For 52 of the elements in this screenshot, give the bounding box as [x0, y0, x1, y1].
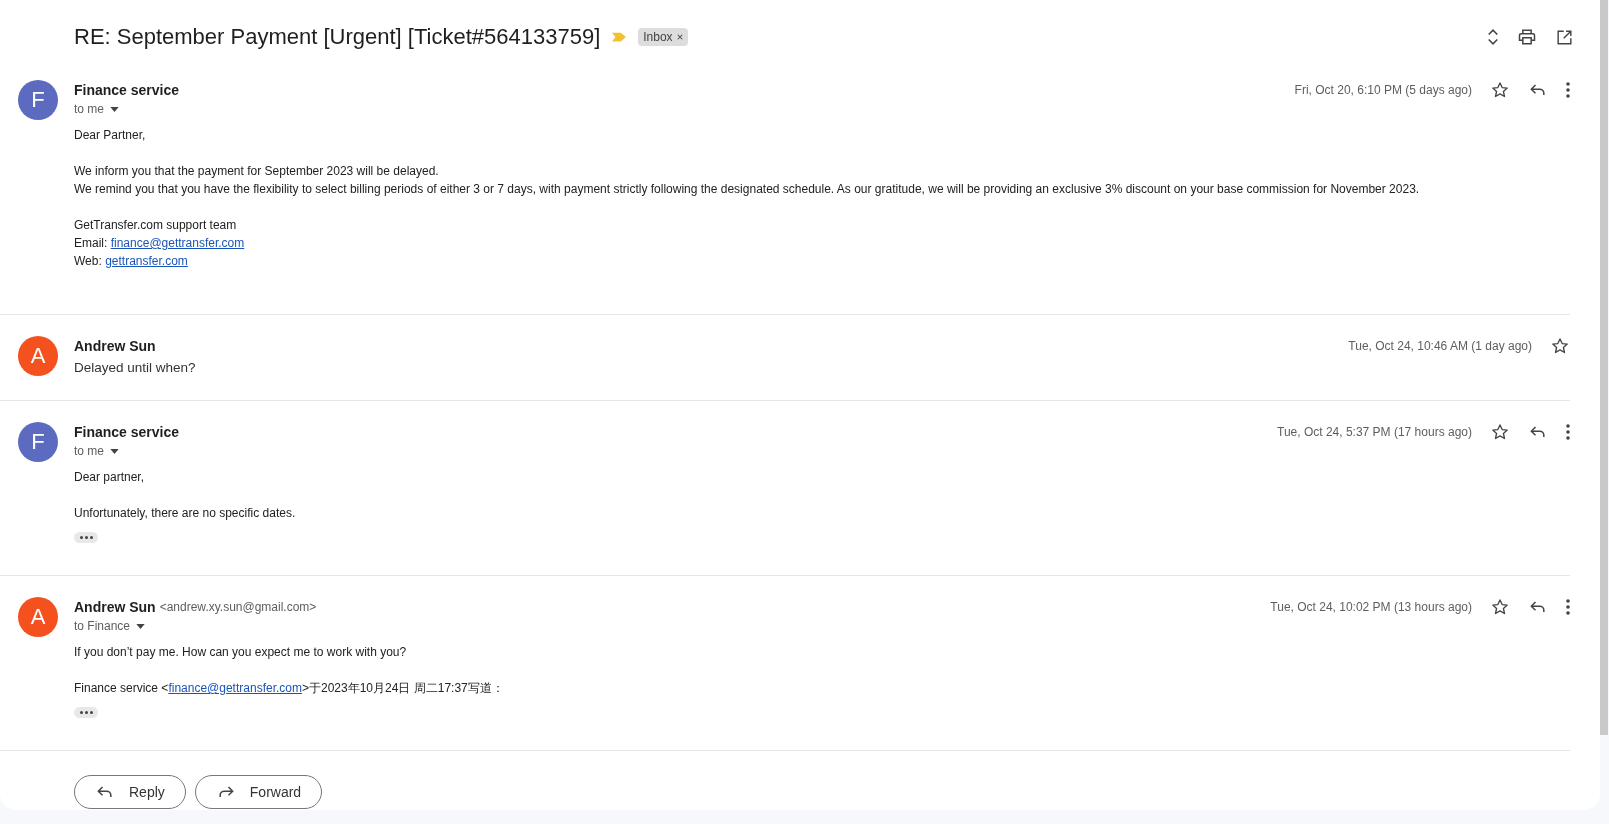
body-text: If you don’t pay me. How can you expect me to work with you?	[74, 644, 407, 661]
message-date: Fri, Oct 20, 6:10 PM (5 days ago)	[1294, 83, 1472, 97]
body-text: We remind you that you have the flexibility to select billing periods of either 3 or 7 days, with payment strictly following the designated schedule. As our gratitude, we will be providing an exclusive 3% discount on your base commission for November 2023.	[74, 181, 1420, 198]
more-icon[interactable]	[1566, 599, 1570, 615]
recipient-dropdown[interactable]: to Finance	[74, 617, 146, 635]
message-date: Tue, Oct 24, 10:02 PM (13 hours ago)	[1270, 600, 1472, 614]
body-text: Dear partner,	[74, 469, 145, 486]
body-text: Dear Partner,	[74, 127, 146, 144]
body-text: GetTransfer.com support team	[74, 217, 237, 234]
avatar: A	[18, 336, 58, 376]
message-date: Tue, Oct 24, 5:37 PM (17 hours ago)	[1277, 425, 1472, 439]
sender-name: Andrew Sun	[74, 338, 156, 354]
message-date: Tue, Oct 24, 10:46 AM (1 day ago)	[1348, 339, 1532, 353]
message-snippet: Delayed until when?	[74, 360, 196, 375]
email-subject: RE: September Payment [Urgent] [Ticket#564133759]	[74, 24, 601, 50]
email-link[interactable]: gettransfer.com	[105, 254, 188, 268]
recipient-dropdown[interactable]: to me	[74, 100, 119, 118]
avatar: F	[18, 80, 58, 120]
body-text: Finance service <finance@gettransfer.com>于2023年10月24日 周二17:37写道：	[74, 680, 504, 697]
email-link[interactable]: finance@gettransfer.com	[110, 236, 245, 250]
expand-collapse-icon[interactable]	[1487, 27, 1499, 47]
show-trimmed-button[interactable]	[74, 707, 98, 718]
email-link[interactable]: finance@gettransfer.com	[168, 681, 302, 695]
star-icon[interactable]	[1550, 336, 1570, 356]
star-icon[interactable]	[1490, 80, 1510, 100]
recipient-dropdown[interactable]: to me	[74, 442, 119, 460]
sender-name: Andrew Sun	[74, 599, 156, 615]
inbox-label[interactable]: Inbox	[638, 28, 688, 46]
dropdown-arrow-icon[interactable]	[110, 448, 119, 454]
body-text: Web: gettransfer.com	[74, 253, 188, 270]
avatar: F	[18, 422, 58, 462]
sender-name: Finance service	[74, 424, 180, 440]
scrollbar[interactable]	[1600, 0, 1608, 735]
open-new-window-icon[interactable]	[1555, 27, 1574, 47]
sender-address: <andrew.xy.sun@gmail.com>	[159, 600, 317, 614]
star-icon[interactable]	[1490, 422, 1510, 442]
avatar: A	[18, 597, 58, 637]
dropdown-arrow-icon[interactable]	[136, 623, 146, 629]
importance-marker-icon[interactable]	[612, 32, 627, 42]
reply-button[interactable]: Reply	[74, 775, 186, 809]
star-icon[interactable]	[1490, 597, 1510, 617]
body-text: We inform you that the payment for September 2023 will be delayed.	[74, 163, 439, 180]
more-icon[interactable]	[1566, 424, 1570, 440]
print-icon[interactable]	[1517, 27, 1537, 47]
sender-name: Finance service	[74, 82, 180, 98]
more-icon[interactable]	[1566, 82, 1570, 98]
body-text: Email: finance@gettransfer.com	[74, 235, 245, 252]
dropdown-arrow-icon[interactable]	[110, 106, 119, 112]
show-trimmed-button[interactable]	[74, 532, 98, 543]
remove-label-icon[interactable]	[676, 34, 683, 40]
forward-button[interactable]: Forward	[194, 775, 323, 809]
body-text: Unfortunately, there are no specific dates.	[74, 505, 296, 522]
